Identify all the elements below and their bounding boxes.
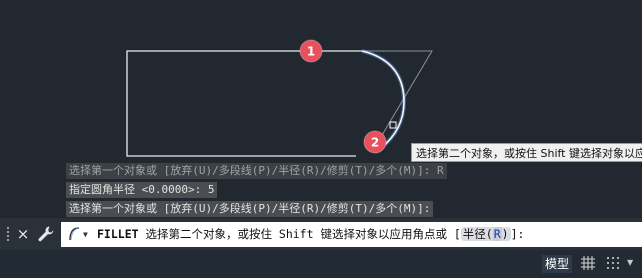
drag-handle-icon[interactable] xyxy=(6,226,10,242)
marker-1: 1 xyxy=(299,39,323,63)
command-name: FILLET xyxy=(97,227,139,241)
marker-1-label: 1 xyxy=(307,45,315,59)
wrench-icon[interactable] xyxy=(36,224,56,244)
rectangle-outline[interactable] xyxy=(126,50,362,157)
marker-2-label: 2 xyxy=(371,136,379,150)
option-radius-close: ) xyxy=(501,227,509,241)
history-line-1: 选择第一个对象或 [放弃(U)/多段线(P)/半径(R)/修剪(T)/多个(M)… xyxy=(66,163,447,179)
command-input[interactable]: ▼ FILLET 选择第二个对象，或按住 Shift 键选择对象以应用角点或 [… xyxy=(61,222,642,247)
command-suffix: ]: xyxy=(510,227,525,241)
model-space-button[interactable]: 模型 xyxy=(542,255,573,273)
selection-tooltip: 选择第二个对象，或按住 Shift 键选择对象以应用角点或 xyxy=(411,143,642,162)
history-line-2: 指定圆角半径 <0.0000>: 5 xyxy=(66,182,218,198)
history-line-3: 选择第一个对象或 [放弃(U)/多段线(P)/半径(R)/修剪(T)/多个(M)… xyxy=(66,201,434,217)
close-icon[interactable]: × xyxy=(14,223,32,245)
option-radius-key: R xyxy=(492,227,502,241)
command-prompt-text: 选择第二个对象，或按住 Shift 键选择对象以应用角点或 [ xyxy=(145,227,461,241)
command-prompt: FILLET 选择第二个对象，或按住 Shift 键选择对象以应用角点或 [半径… xyxy=(97,222,524,247)
command-bar: × ▼ FILLET 选择第二个对象，或按住 Shift 键选择对象以应用角点或… xyxy=(0,218,642,250)
chevron-down-icon[interactable]: ▼ xyxy=(83,222,88,247)
command-line-icon xyxy=(67,226,81,242)
option-radius[interactable]: 半径(R) xyxy=(460,227,511,241)
snap-dots-icon[interactable] xyxy=(605,255,621,271)
status-bar: 模型 ▼ xyxy=(0,250,642,278)
status-menu-chevron-icon[interactable]: ▼ xyxy=(627,254,637,272)
marker-2: 2 xyxy=(363,130,387,154)
grid-icon[interactable] xyxy=(580,255,596,271)
grip-square[interactable] xyxy=(389,121,397,129)
option-radius-label: 半径( xyxy=(462,227,493,241)
